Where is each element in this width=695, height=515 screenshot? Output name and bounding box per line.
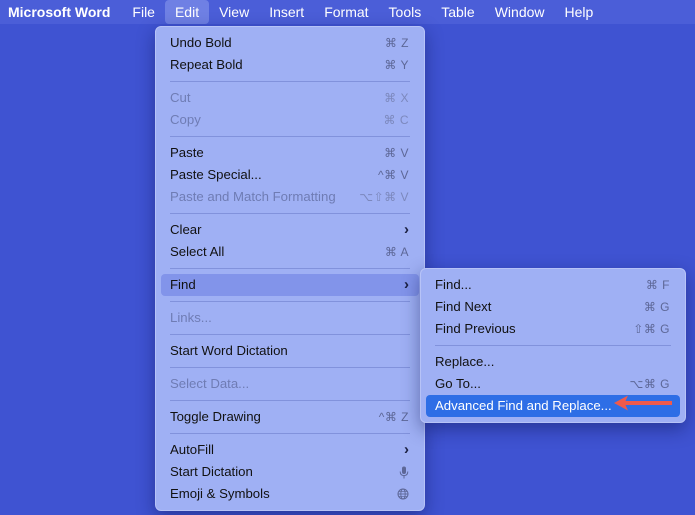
menu-item-shortcut: ⌘ F: [645, 278, 670, 292]
menu-item-label: Find Next: [435, 299, 492, 314]
menu-item-shortcut: ⌘ Z: [384, 36, 409, 50]
menu-item-label: Paste: [170, 145, 204, 160]
menu-item-emoji-symbols[interactable]: Emoji & Symbols: [161, 483, 419, 505]
menu-item-paste[interactable]: Paste ⌘ V: [161, 142, 419, 164]
menu-item-clear[interactable]: Clear ›: [161, 219, 419, 241]
menu-item-find-next[interactable]: Find Next ⌘ G: [426, 296, 680, 318]
menu-item-label: Repeat Bold: [170, 57, 243, 72]
menu-item-label: Cut: [170, 90, 191, 105]
menu-item-shortcut: ⌘ A: [384, 245, 409, 259]
menu-item-undo-bold[interactable]: Undo Bold ⌘ Z: [161, 32, 419, 54]
menu-item-shortcut: ⌘ Y: [384, 58, 409, 72]
menu-item-shortcut: ^⌘ V: [378, 168, 409, 182]
menu-item-label: Paste Special...: [170, 167, 262, 182]
menubar-app-name[interactable]: Microsoft Word: [0, 0, 122, 24]
menu-item-find-dialog[interactable]: Find... ⌘ F: [426, 274, 680, 296]
menu-item-label: AutoFill: [170, 442, 214, 457]
menu-item-shortcut: ⌘ V: [384, 146, 409, 160]
menu-item-copy: Copy ⌘ C: [161, 109, 419, 131]
menu-item-shortcut: ⌥⇧⌘ V: [359, 190, 409, 204]
chevron-right-icon: ›: [404, 221, 409, 238]
menubar-window[interactable]: Window: [485, 0, 555, 24]
menu-separator: [170, 301, 410, 302]
menu-item-find[interactable]: Find ›: [161, 274, 419, 296]
menu-item-label: Go To...: [435, 376, 481, 391]
menu-separator: [170, 433, 410, 434]
menubar-format[interactable]: Format: [314, 0, 378, 24]
menu-item-label: Find: [170, 277, 196, 292]
menu-item-find-previous[interactable]: Find Previous ⇧⌘ G: [426, 318, 680, 340]
menu-separator: [170, 334, 410, 335]
menu-item-label: Find Previous: [435, 321, 516, 336]
menu-item-label: Start Word Dictation: [170, 343, 288, 358]
menu-item-cut: Cut ⌘ X: [161, 87, 419, 109]
chevron-right-icon: ›: [404, 276, 409, 293]
menu-separator: [170, 213, 410, 214]
menu-item-start-word-dictation[interactable]: Start Word Dictation: [161, 340, 419, 362]
menu-item-label: Toggle Drawing: [170, 409, 261, 424]
menu-item-label: Find...: [435, 277, 472, 292]
menubar-tools[interactable]: Tools: [379, 0, 432, 24]
menu-item-paste-special[interactable]: Paste Special... ^⌘ V: [161, 164, 419, 186]
menu-item-label: Paste and Match Formatting: [170, 189, 336, 204]
menu-item-label: Advanced Find and Replace...: [435, 398, 612, 413]
menu-item-shortcut: ^⌘ Z: [378, 410, 409, 424]
menubar-edit[interactable]: Edit: [164, 0, 210, 24]
menu-item-repeat-bold[interactable]: Repeat Bold ⌘ Y: [161, 54, 419, 76]
menu-separator: [170, 81, 410, 82]
menu-item-label: Copy: [170, 112, 201, 127]
menu-item-select-all[interactable]: Select All ⌘ A: [161, 241, 419, 263]
menu-separator: [170, 268, 410, 269]
menu-item-label: Emoji & Symbols: [170, 486, 270, 501]
menu-item-paste-match-formatting: Paste and Match Formatting ⌥⇧⌘ V: [161, 186, 419, 208]
menubar-table[interactable]: Table: [431, 0, 484, 24]
menu-item-shortcut: ⌘ G: [643, 300, 670, 314]
menu-item-shortcut: ⌥⌘ G: [629, 377, 670, 391]
menu-item-autofill[interactable]: AutoFill ›: [161, 439, 419, 461]
red-arrow-icon: [614, 395, 672, 411]
menubar-view[interactable]: View: [209, 0, 259, 24]
menubar-insert[interactable]: Insert: [259, 0, 314, 24]
menu-item-links: Links...: [161, 307, 419, 329]
menu-separator: [435, 345, 671, 346]
menu-separator: [170, 400, 410, 401]
edit-menu: Undo Bold ⌘ Z Repeat Bold ⌘ Y Cut ⌘ X Co…: [155, 26, 425, 511]
menu-bar: Microsoft Word File Edit View Insert For…: [0, 0, 695, 24]
menu-item-start-dictation[interactable]: Start Dictation: [161, 461, 419, 483]
menubar-help[interactable]: Help: [555, 0, 604, 24]
menu-item-label: Select All: [170, 244, 225, 259]
menu-item-replace[interactable]: Replace...: [426, 351, 680, 373]
menu-item-shortcut: ⌘ C: [383, 113, 409, 127]
menu-separator: [170, 367, 410, 368]
menu-item-go-to[interactable]: Go To... ⌥⌘ G: [426, 373, 680, 395]
menubar-file[interactable]: File: [122, 0, 165, 24]
menu-item-label: Select Data...: [170, 376, 250, 391]
menu-item-shortcut: ⌘ X: [384, 91, 409, 105]
menu-item-label: Clear: [170, 222, 202, 237]
menu-separator: [170, 136, 410, 137]
menu-item-label: Replace...: [435, 354, 495, 369]
menu-item-label: Start Dictation: [170, 464, 253, 479]
menu-item-shortcut: ⇧⌘ G: [633, 322, 670, 336]
chevron-right-icon: ›: [404, 441, 409, 458]
menu-item-toggle-drawing[interactable]: Toggle Drawing ^⌘ Z: [161, 406, 419, 428]
menu-item-label: Undo Bold: [170, 35, 232, 50]
globe-icon: [397, 488, 409, 500]
menu-item-select-data: Select Data...: [161, 373, 419, 395]
microphone-icon: [399, 466, 409, 478]
menu-item-label: Links...: [170, 310, 212, 325]
